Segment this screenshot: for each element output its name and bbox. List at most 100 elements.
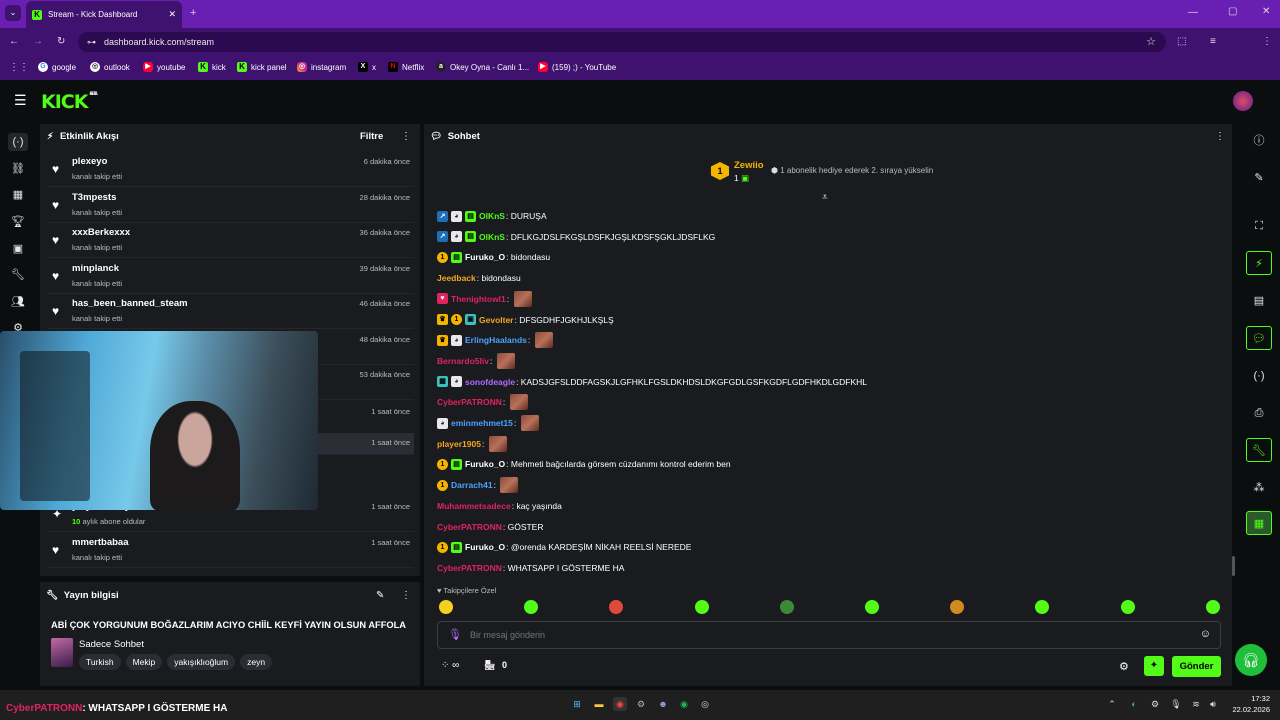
broadcast-icon[interactable]: (·) — [1246, 364, 1272, 388]
community-dots-icon[interactable]: ⁂ — [1246, 476, 1272, 500]
link-icon[interactable]: ⛓ — [8, 160, 28, 178]
chat-message[interactable]: CyberPATRONN: WHATSAPP I GÖSTERME HA — [437, 561, 624, 575]
bookmark-youtube[interactable]: ▶ youtube — [143, 62, 185, 72]
chat-message[interactable]: ▦ ◕ sonofdeagle: KADSJGFSLDDFAGSKJLGFHKLFG… — [437, 375, 867, 389]
chat-message[interactable]: 1 ▤ Furuko_O: @orenda KARDEŞİM NİKAH REELS… — [437, 540, 691, 554]
chrome-icon[interactable]: ◉ — [613, 697, 627, 711]
video-icon[interactable]: ▣ — [8, 240, 28, 258]
top-gifter-name[interactable]: Zewiio — [734, 160, 764, 171]
hamburger-menu-icon[interactable]: ☰ — [14, 92, 27, 109]
quick-emote-icon[interactable] — [1120, 600, 1135, 614]
chat-message[interactable]: Bernardo5liv: — [437, 352, 515, 369]
activity-item[interactable]: ♥ xxxBerkexxx kanalı takip etti 36 dakika ö… — [48, 223, 414, 258]
chat-username[interactable]: sonofdeagle — [465, 377, 515, 387]
chat-username[interactable]: player1905 — [437, 439, 481, 449]
chat-username[interactable]: Gevolter — [479, 315, 514, 325]
reload-icon[interactable]: ↻ — [57, 36, 65, 48]
chat-message[interactable]: CyberPATRONN: GÖSTER — [437, 520, 544, 534]
spotify-icon[interactable]: ◉ — [677, 697, 691, 711]
chat-settings-gear-icon[interactable]: ⚙ — [1119, 660, 1129, 673]
windows-start-icon[interactable]: ⊞ — [570, 697, 584, 711]
chat-username[interactable]: Furuko_O — [465, 459, 505, 469]
stream-info-menu-icon[interactable]: ⋮ — [401, 590, 411, 601]
chat-message[interactable]: ♛ 1 ▣ Gevolter: DFSGDHFJGKHJLKŞLŞ — [437, 313, 614, 327]
activity-menu-icon[interactable]: ⋮ — [401, 131, 411, 142]
chat-message-input[interactable] — [470, 627, 1170, 643]
quick-actions-icon[interactable]: ⚡︎ — [1246, 251, 1272, 275]
apps-grid-icon[interactable]: ⋮⋮ — [9, 62, 29, 74]
chat-username[interactable]: CyberPATRONN — [437, 563, 502, 573]
activity-username[interactable]: has_been_banned_steam — [72, 298, 188, 309]
tray-mic-icon[interactable]: 🎙︎ — [1169, 697, 1183, 711]
chat-message[interactable]: Muhammetsadece: kaç yaşında — [437, 499, 562, 513]
chat-message[interactable]: Jeedback: bidondasu — [437, 271, 521, 285]
chat-username[interactable]: Bernardo5liv — [437, 356, 489, 366]
bookmark-kick[interactable]: Kkick — [198, 62, 226, 72]
support-button[interactable]: 🎧︎ — [1235, 644, 1267, 676]
reading-list-icon[interactable]: ≡ — [1210, 36, 1216, 48]
activity-item[interactable]: ♥ minplanck kanalı takip etti 39 dakika önc… — [48, 259, 414, 294]
category-name[interactable]: Sadece Sohbet — [79, 639, 144, 650]
emoji-picker-icon[interactable]: ☺ — [1200, 628, 1211, 640]
chat-username[interactable]: CyberPATRONN — [437, 397, 502, 407]
chat-username[interactable]: Furuko_O — [465, 252, 505, 262]
chat-username[interactable]: OlKnS — [479, 232, 505, 242]
chat-message[interactable]: player1905: — [437, 435, 507, 452]
chat-username[interactable]: CyberPATRONN — [437, 522, 502, 532]
tab-search-button[interactable]: ⌄ — [5, 5, 21, 21]
chat-username[interactable]: ErlingHaalands — [465, 335, 527, 345]
discord-icon[interactable]: ☻ — [656, 697, 670, 711]
chat-message[interactable]: CyberPATRONN: — [437, 394, 528, 411]
activity-username[interactable]: xxxBerkexxx — [72, 227, 130, 238]
activity-username[interactable]: mmertbabaa — [72, 537, 129, 548]
pencil-icon[interactable]: ✎ — [1246, 166, 1272, 190]
minimize-button[interactable]: — — [1188, 7, 1198, 18]
window-close-button[interactable]: ✕ — [1262, 6, 1270, 17]
site-info-icon[interactable]: ⊶ — [87, 32, 96, 52]
quick-emote-icon[interactable] — [439, 600, 453, 614]
quick-emote-icon[interactable] — [1205, 600, 1220, 614]
chat-message[interactable]: ◕ eminmehmet15: — [437, 415, 539, 431]
chat-username[interactable]: Jeedback — [437, 273, 476, 283]
app-tile-icon[interactable]: ▦ — [1246, 511, 1272, 535]
address-bar[interactable]: ⊶ dashboard.kick.com/stream ☆ — [78, 32, 1166, 52]
activity-item[interactable]: ♥ mmertbabaa kanalı takip etti 1 saat önce — [48, 533, 414, 568]
chat-message[interactable]: ↗ ◕ ▤ OlKnS: DFLKGJDSLFKGŞLDSFKJGŞLKDSFŞGKL… — [437, 230, 715, 244]
activity-item[interactable]: ♥ T3mpests kanalı takip etti 28 dakika önce — [48, 188, 414, 223]
chat-username[interactable]: OlKnS — [479, 211, 505, 221]
chat-scrollbar[interactable] — [1232, 556, 1235, 576]
bookmark-x[interactable]: Xx — [358, 62, 376, 72]
activity-username[interactable]: minplanck — [72, 263, 119, 274]
menu-kebab-icon[interactable]: ⋮ — [1262, 36, 1272, 48]
restore-button[interactable]: ▢ — [1228, 6, 1237, 17]
chat-message[interactable]: ♛ ◕ ErlingHaalands: — [437, 332, 553, 349]
chat-username[interactable]: eminmehmet15 — [451, 418, 513, 428]
printer-icon[interactable]: ⎙ — [1246, 401, 1272, 425]
tag-chip[interactable]: yakışıklıoğlum — [167, 654, 236, 670]
bookmark-okey[interactable]: a Okey Oyna - Canlı 1... — [436, 62, 529, 72]
stream-icon[interactable]: (·) — [8, 133, 28, 151]
filter-button[interactable]: Filtre — [360, 131, 383, 142]
bookmark-youtube-159[interactable]: ▶ (159) ;) - YouTube — [538, 62, 616, 72]
edit-pencil-icon[interactable]: ✎ — [376, 590, 384, 601]
category-thumbnail[interactable] — [51, 638, 73, 667]
community-icon[interactable]: 👥︎ — [8, 293, 28, 311]
new-tab-button[interactable]: + — [190, 7, 196, 19]
chat-message[interactable]: 1 ▤ Furuko_O: Mehmeti bağcılarda görsem cü… — [437, 457, 731, 471]
chat-username[interactable]: Darrach41 — [451, 480, 493, 490]
chat-message[interactable]: 1 Darrach41: — [437, 477, 519, 494]
extensions-icon[interactable]: ⬚ — [1177, 36, 1186, 48]
chat-message[interactable]: ↗ ◕ ▤ OlKnS: DURUŞA — [437, 209, 547, 223]
info-icon[interactable]: ⓘ — [1246, 129, 1272, 153]
bookmark-instagram[interactable]: ◎ instagram — [297, 62, 346, 72]
bookmark-netflix[interactable]: N Netflix — [388, 62, 424, 72]
quick-emote-icon[interactable] — [865, 600, 879, 614]
tray-chevron-icon[interactable]: ⌃ — [1105, 697, 1119, 711]
chat-username[interactable]: Thenightowl1 — [451, 294, 506, 304]
tab-close-icon[interactable]: ✕ — [168, 9, 176, 20]
bookmark-kick-panel[interactable]: Kkick panel — [237, 62, 287, 72]
analytics-icon[interactable]: ▦ — [8, 186, 28, 204]
steam-icon[interactable]: ⚙ — [634, 697, 648, 711]
quick-emote-icon[interactable] — [694, 600, 709, 614]
activity-username[interactable]: plexeyo — [72, 156, 107, 167]
